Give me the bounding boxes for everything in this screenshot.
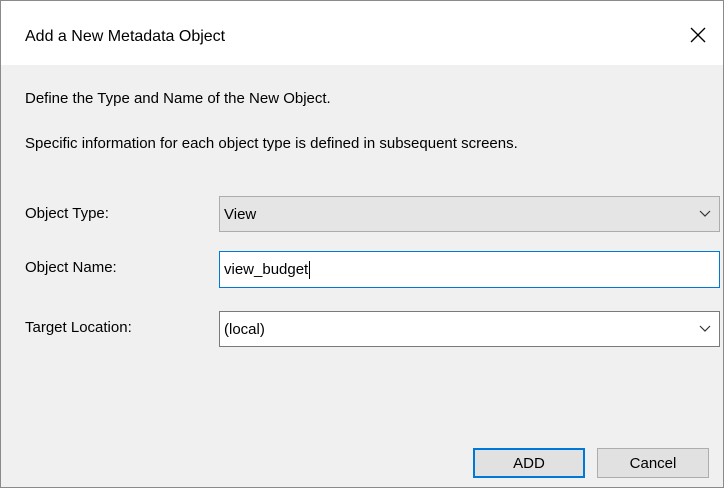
title-bar: Add a New Metadata Object bbox=[1, 1, 723, 65]
object-type-value: View bbox=[224, 205, 257, 223]
description-line-1: Define the Type and Name of the New Obje… bbox=[25, 90, 331, 107]
chevron-down-icon[interactable] bbox=[691, 197, 719, 231]
cancel-button[interactable]: Cancel bbox=[597, 448, 709, 478]
dialog-title: Add a New Metadata Object bbox=[25, 28, 226, 45]
add-metadata-object-dialog: Add a New Metadata Object Define the Typ… bbox=[0, 0, 724, 488]
chevron-down-icon[interactable] bbox=[691, 312, 719, 346]
object-type-dropdown[interactable]: View bbox=[219, 196, 720, 232]
text-caret bbox=[309, 260, 311, 279]
object-name-input[interactable]: view_budget bbox=[219, 251, 720, 288]
close-button[interactable] bbox=[673, 13, 723, 57]
object-type-label: Object Type: bbox=[25, 205, 109, 222]
add-button[interactable]: ADD bbox=[473, 448, 585, 478]
target-location-dropdown[interactable]: (local) bbox=[219, 311, 720, 347]
object-name-label: Object Name: bbox=[25, 259, 117, 276]
target-location-label: Target Location: bbox=[25, 319, 132, 336]
object-name-value: view_budget bbox=[224, 261, 309, 278]
description-line-2: Specific information for each object typ… bbox=[25, 135, 518, 152]
target-location-value: (local) bbox=[224, 320, 265, 338]
close-icon bbox=[690, 27, 706, 43]
